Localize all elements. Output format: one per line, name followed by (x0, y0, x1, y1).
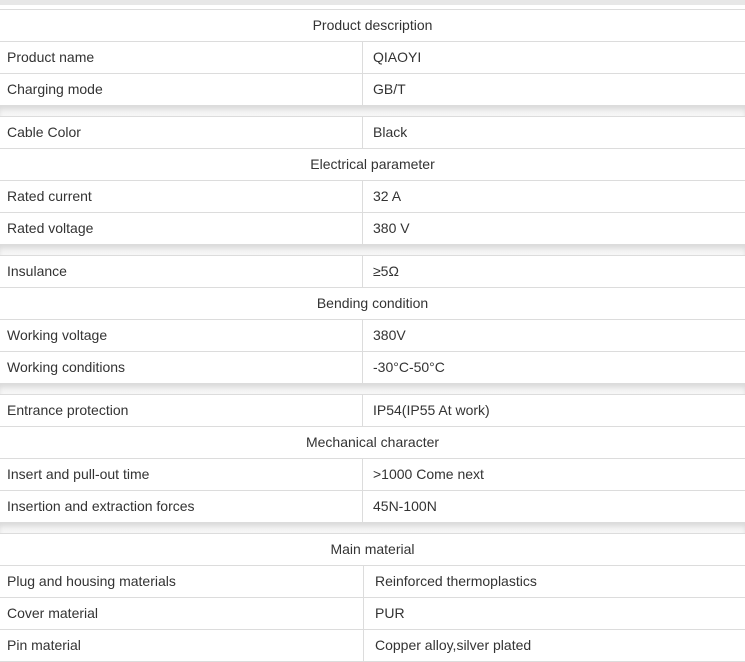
section-header-row: Bending condition (0, 288, 745, 320)
section-header-row: Main material (0, 534, 745, 566)
section-header-row: Mechanical character (0, 427, 745, 459)
column-divider (363, 598, 364, 629)
spec-label: Entrance protection (7, 402, 129, 418)
column-divider (362, 320, 363, 351)
spec-row: Entrance protection IP54(IP55 At work) (0, 395, 745, 427)
spec-label: Product name (7, 49, 95, 65)
section-header: Bending condition (316, 295, 429, 311)
section-header: Product description (312, 17, 433, 33)
spec-value: PUR (375, 605, 405, 621)
spec-row: Insert and pull-out time >1000 Come next (0, 459, 745, 491)
spec-row: Working conditions -30°C-50°C (0, 352, 745, 384)
spec-value: Copper alloy,silver plated (375, 637, 532, 653)
block-gap (0, 384, 745, 394)
spec-label: Insertion and extraction forces (7, 498, 195, 514)
column-divider (362, 459, 363, 490)
spec-value: Black (373, 124, 408, 140)
column-divider (362, 352, 363, 383)
spec-value: QIAOYI (373, 49, 422, 65)
column-divider (362, 181, 363, 212)
spec-row: Working voltage 380V (0, 320, 745, 352)
top-divider (0, 0, 745, 5)
spec-value: GB/T (373, 81, 406, 97)
spec-value: >1000 Come next (373, 466, 484, 482)
spec-block-mechanical: Entrance protection IP54(IP55 At work) M… (0, 394, 745, 523)
column-divider (362, 42, 363, 73)
spec-value: 45N-100N (373, 498, 437, 514)
block-gap (0, 106, 745, 116)
spec-value: IP54(IP55 At work) (373, 402, 490, 418)
column-divider (362, 213, 363, 244)
section-header-row: Product description (0, 10, 745, 42)
column-divider (363, 566, 364, 597)
spec-row: Product name QIAOYI (0, 42, 745, 74)
spec-label: Insulance (7, 263, 67, 279)
spec-label: Cable Color (7, 124, 81, 140)
spec-value: ≥5Ω (373, 263, 399, 279)
spec-label: Working voltage (7, 327, 108, 343)
column-divider (362, 117, 363, 148)
block-gap (0, 523, 745, 533)
spec-row: Cover material PUR (0, 598, 745, 630)
spec-block-electrical: Cable Color Black Electrical parameter R… (0, 116, 745, 245)
column-divider (362, 395, 363, 426)
section-header-row: Electrical parameter (0, 149, 745, 181)
spec-value: 380V (373, 327, 406, 343)
column-divider (362, 491, 363, 522)
spec-label: Charging mode (7, 81, 103, 97)
spec-row: Rated voltage 380 V (0, 213, 745, 245)
spec-label: Plug and housing materials (7, 573, 176, 589)
column-divider (362, 74, 363, 105)
spec-row: Insertion and extraction forces 45N-100N (0, 491, 745, 523)
spec-label: Cover material (7, 605, 99, 621)
spec-row: Insulance ≥5Ω (0, 256, 745, 288)
column-divider (362, 256, 363, 287)
section-header: Main material (330, 541, 415, 557)
spec-label: Insert and pull-out time (7, 466, 150, 482)
spec-label: Rated voltage (7, 220, 94, 236)
spec-value: -30°C-50°C (373, 359, 445, 375)
spec-row: Pin material Copper alloy,silver plated (0, 630, 745, 662)
spec-label: Rated current (7, 188, 92, 204)
spec-block-product: Product description Product name QIAOYI … (0, 9, 745, 106)
spec-row: Cable Color Black (0, 117, 745, 149)
spec-value: Reinforced thermoplastics (375, 573, 537, 589)
spec-sheet: Product description Product name QIAOYI … (0, 0, 745, 662)
spec-row: Charging mode GB/T (0, 74, 745, 106)
section-header: Mechanical character (305, 434, 440, 450)
spec-block-material: Main material Plug and housing materials… (0, 533, 745, 662)
spec-label: Pin material (7, 637, 81, 653)
column-divider (363, 630, 364, 661)
spec-row: Rated current 32 A (0, 181, 745, 213)
block-gap (0, 245, 745, 255)
spec-value: 380 V (373, 220, 410, 236)
section-header: Electrical parameter (310, 156, 435, 172)
spec-label: Working conditions (7, 359, 126, 375)
spec-block-bending: Insulance ≥5Ω Bending condition Working … (0, 255, 745, 384)
spec-value: 32 A (373, 188, 402, 204)
spec-row: Plug and housing materials Reinforced th… (0, 566, 745, 598)
